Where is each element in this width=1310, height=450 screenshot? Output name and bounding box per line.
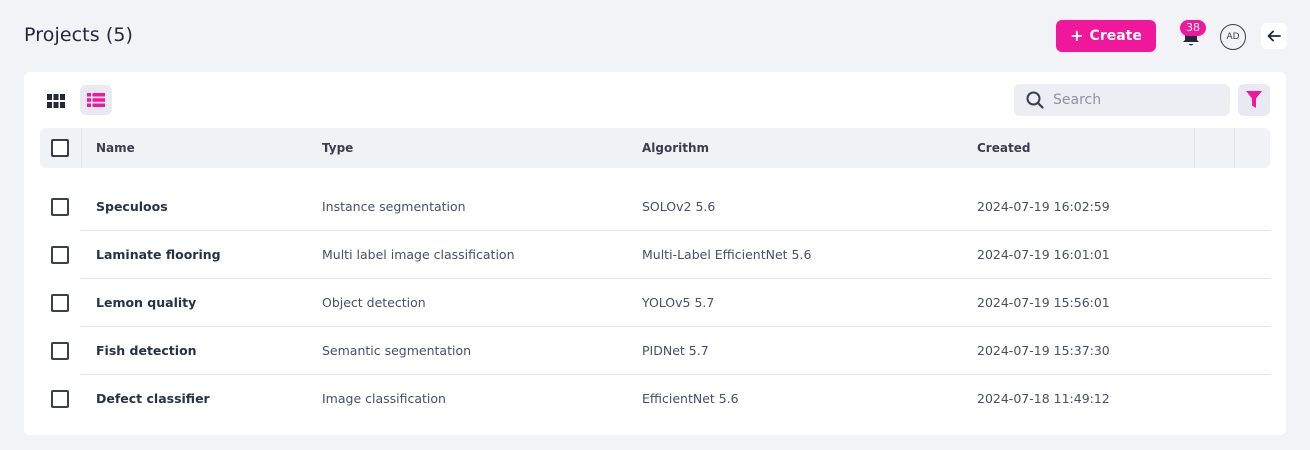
project-algorithm: SOLOv2 5.6	[642, 199, 716, 214]
project-created: 2024-07-19 16:01:01	[977, 247, 1110, 262]
project-algorithm: YOLOv5 5.7	[642, 295, 715, 310]
list-icon	[87, 93, 105, 107]
row-checkbox[interactable]	[51, 390, 69, 408]
project-created: 2024-07-19 15:37:30	[977, 343, 1110, 358]
filter-button[interactable]	[1238, 84, 1270, 116]
back-button[interactable]	[1261, 23, 1287, 49]
column-header-name[interactable]: Name	[96, 128, 135, 168]
list-view-button[interactable]	[80, 85, 112, 115]
page-title: Projects (5)	[24, 24, 134, 46]
row-checkbox[interactable]	[51, 342, 69, 360]
search-input[interactable]	[1053, 92, 1213, 108]
table-row[interactable]: Fish detection Semantic segmentation PID…	[40, 327, 1270, 375]
project-type: Instance segmentation	[322, 199, 466, 214]
project-name[interactable]: Fish detection	[96, 327, 197, 375]
project-type: Object detection	[322, 295, 426, 310]
filter-icon	[1246, 91, 1262, 108]
create-button-label: Create	[1089, 28, 1142, 44]
row-checkbox[interactable]	[51, 246, 69, 264]
project-name[interactable]: Lemon quality	[96, 279, 196, 327]
avatar[interactable]: AD	[1220, 24, 1246, 50]
select-all-checkbox[interactable]	[51, 139, 69, 157]
notification-badge: 38	[1180, 20, 1206, 36]
project-type: Image classification	[322, 391, 446, 406]
table-header: Name Type Algorithm Created	[40, 128, 1270, 168]
arrow-left-icon	[1267, 30, 1281, 42]
table-row[interactable]: Speculoos Instance segmentation SOLOv2 5…	[40, 183, 1270, 231]
project-created: 2024-07-18 11:49:12	[977, 391, 1110, 406]
search-icon	[1026, 91, 1044, 109]
table-row[interactable]: Lemon quality Object detection YOLOv5 5.…	[40, 279, 1270, 327]
project-name[interactable]: Laminate flooring	[96, 231, 221, 279]
project-algorithm: Multi-Label EfficientNet 5.6	[642, 247, 812, 262]
project-algorithm: EfficientNet 5.6	[642, 391, 739, 406]
search-box[interactable]	[1014, 84, 1230, 116]
row-checkbox[interactable]	[51, 198, 69, 216]
project-algorithm: PIDNet 5.7	[642, 343, 709, 358]
grid-view-button[interactable]	[40, 86, 72, 116]
column-header-created[interactable]: Created	[977, 128, 1030, 168]
create-button[interactable]: + Create	[1056, 20, 1156, 52]
plus-icon: +	[1070, 26, 1084, 45]
column-header-algorithm[interactable]: Algorithm	[642, 128, 709, 168]
projects-card: Name Type Algorithm Created Speculoos In…	[24, 72, 1286, 435]
projects-page: Projects (5) + Create 38 AD Search Name …	[0, 0, 1310, 450]
grid-icon	[47, 94, 65, 108]
project-type: Semantic segmentation	[322, 343, 472, 358]
table-row[interactable]: Laminate flooring Multi label image clas…	[40, 231, 1270, 279]
table-row[interactable]: Defect classifier Image classification E…	[40, 375, 1270, 423]
project-created: 2024-07-19 15:56:01	[977, 295, 1110, 310]
row-checkbox[interactable]	[51, 294, 69, 312]
project-type: Multi label image classification	[322, 247, 515, 262]
project-name[interactable]: Speculoos	[96, 183, 168, 231]
project-created: 2024-07-19 16:02:59	[977, 199, 1110, 214]
project-name[interactable]: Defect classifier	[96, 375, 210, 423]
column-header-type[interactable]: Type	[322, 128, 353, 168]
